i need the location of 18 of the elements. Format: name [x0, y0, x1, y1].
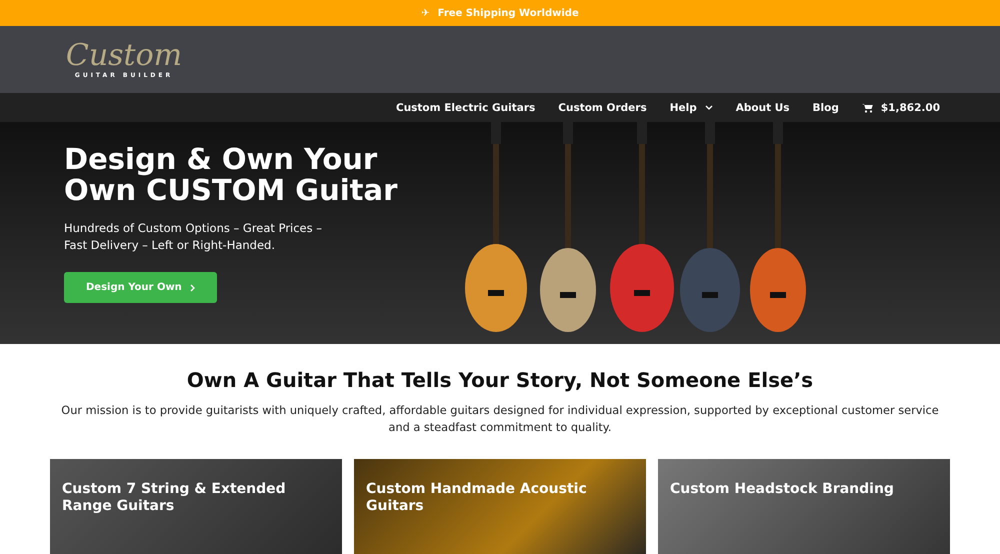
nav-link[interactable]: Help	[670, 102, 713, 114]
hero-subtitle: Hundreds of Custom Options – Great Prices – Fast Delivery – Left or Right-Handed.	[64, 220, 324, 254]
category-card[interactable]: Custom Handmade Acoustic Guitars	[354, 459, 646, 554]
nav-link[interactable]: Custom Electric Guitars	[396, 102, 536, 114]
hero-title: Design & Own Your Own CUSTOM Guitar	[64, 144, 398, 206]
cart-link[interactable]: $1,862.00	[862, 102, 940, 114]
chevron-right-icon	[190, 284, 195, 292]
nav-link[interactable]: Blog	[812, 102, 839, 114]
mission-text: Our mission is to provide guitarists with uniquely crafted, affordable guitars designed for individual expression, supported by exceptional customer service and a steadfast commitment to quality.	[60, 403, 940, 436]
nav-link[interactable]: Custom Orders	[558, 102, 647, 114]
category-card[interactable]: Custom Headstock Branding	[658, 459, 950, 554]
category-card[interactable]: Custom 7 String & Extended Range Guitars	[50, 459, 342, 554]
nav-link[interactable]: About Us	[736, 102, 790, 114]
plane-icon: ✈	[421, 8, 430, 18]
logo-script: Custom	[66, 40, 182, 72]
announcement-text: Free Shipping Worldwide	[438, 8, 579, 18]
cart-icon	[862, 102, 873, 112]
section-heading: Own A Guitar That Tells Your Story, Not Someone Else’s	[186, 368, 814, 392]
